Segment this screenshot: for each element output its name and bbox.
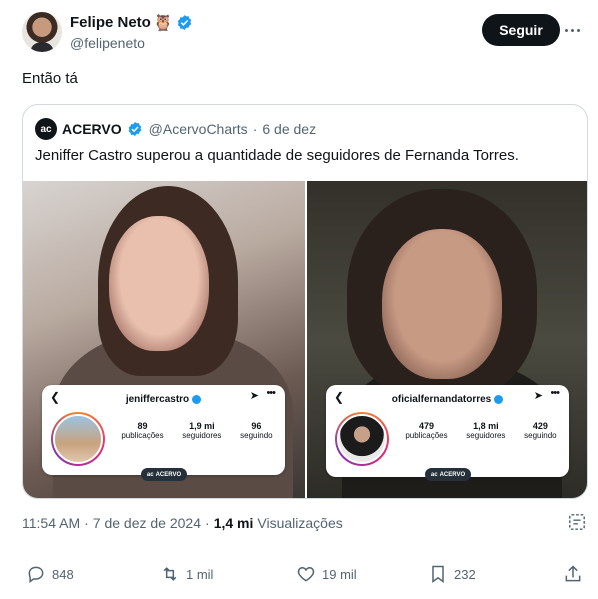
post-actions-bar: 848 1 mil 19 mil 232 [22, 564, 588, 586]
stat-following: 96 seguindo [240, 421, 273, 440]
stat-followers: 1,8 mi seguidores [466, 421, 506, 440]
author-handle[interactable]: @felipeneto [70, 35, 145, 51]
instagram-profile-card: ❮ oficialfernandatorres ➤ ••• 479 publica… [326, 385, 569, 477]
reply-button[interactable]: 848 [26, 564, 74, 584]
quoted-post-header: ac ACERVO @AcervoCharts · 6 de dez [35, 118, 316, 140]
quoted-author-name: ACERVO [62, 121, 122, 137]
owl-emoji-icon: 🦉 [153, 14, 174, 32]
media-image-left[interactable]: ❮ jeniffercastro ➤ ••• 89 publicações 1,9… [23, 181, 305, 498]
reply-count: 848 [52, 566, 74, 582]
instagram-stats: 89 publicações 1,9 mi seguidores 96 seguind… [112, 421, 282, 441]
heart-icon [297, 566, 315, 582]
instagram-stats: 479 publicações 1,8 mi seguidores 429 segui… [396, 421, 566, 441]
follow-button[interactable]: Seguir [482, 14, 560, 46]
share-button[interactable] [563, 564, 583, 584]
author-name[interactable]: Felipe Neto [70, 14, 151, 31]
more-icon: ••• [266, 387, 276, 399]
quoted-media[interactable]: ❮ jeniffercastro ➤ ••• 89 publicações 1,9… [23, 181, 587, 498]
repost-button[interactable]: 1 mil [160, 564, 213, 584]
stat-posts: 479 publicações [405, 421, 448, 440]
bookmark-count: 232 [454, 566, 476, 582]
post-date[interactable]: 7 de dez de 2024 [93, 515, 201, 531]
media-image-right[interactable]: ❮ oficialfernandatorres ➤ ••• 479 publica… [307, 181, 587, 498]
instagram-profile-card: ❮ jeniffercastro ➤ ••• 89 publicações 1,9… [42, 385, 285, 475]
share-icon [565, 565, 581, 582]
acervo-watermark: ac ACERVO [141, 468, 187, 481]
stat-posts: 89 publicações [121, 421, 164, 440]
views-count: 1,4 mi [213, 515, 254, 531]
instagram-username: oficialfernandatorres [391, 393, 492, 405]
quoted-author-avatar: ac [35, 118, 57, 140]
acervo-watermark: ac ACERVO [425, 468, 471, 481]
author-name-row: Felipe Neto 🦉 [70, 14, 193, 32]
like-button[interactable]: 19 mil [296, 564, 357, 584]
quoted-post-text: Jeniffer Castro superou a quantidade de … [35, 147, 519, 164]
quoted-date: 6 de dez [262, 121, 317, 137]
bookmark-button[interactable]: 232 [428, 564, 476, 584]
meta-separator: · [84, 515, 89, 531]
quoted-post[interactable]: ac ACERVO @AcervoCharts · 6 de dez Jenif… [22, 104, 588, 499]
grok-analysis-icon[interactable] [568, 513, 586, 531]
views-label: Visualizações [257, 515, 343, 531]
instagram-profile-picture [335, 412, 389, 466]
send-icon: ➤ [533, 390, 543, 402]
instagram-verified-icon [494, 394, 504, 404]
instagram-verified-icon [192, 394, 202, 404]
stat-followers: 1,9 mi seguidores [182, 421, 222, 440]
more-icon: ••• [550, 387, 560, 399]
post-time[interactable]: 11:54 AM [22, 515, 80, 531]
post-text: Então tá [22, 70, 78, 87]
instagram-profile-picture [51, 412, 105, 466]
post-header: Felipe Neto 🦉 @felipeneto Seguir [22, 10, 582, 56]
repost-icon [163, 567, 177, 581]
more-options-icon[interactable] [562, 22, 582, 38]
verified-badge-icon [176, 14, 193, 31]
stat-following: 429 seguindo [524, 421, 557, 440]
quoted-date-separator: · [252, 121, 258, 137]
quoted-verified-badge-icon [127, 121, 144, 138]
quoted-author-handle: @AcervoCharts [148, 121, 248, 137]
reply-icon [28, 566, 44, 583]
meta-separator: · [205, 515, 210, 531]
like-count: 19 mil [322, 566, 357, 582]
send-icon: ➤ [249, 390, 259, 402]
photo-face [109, 216, 209, 351]
repost-count: 1 mil [186, 566, 214, 582]
bookmark-icon [432, 565, 444, 583]
instagram-username: jeniffercastro [125, 393, 190, 405]
photo-face [382, 229, 502, 379]
author-avatar[interactable] [22, 12, 62, 52]
post-metadata: 11:54 AM · 7 de dez de 2024 · 1,4 mi Vis… [22, 515, 343, 531]
